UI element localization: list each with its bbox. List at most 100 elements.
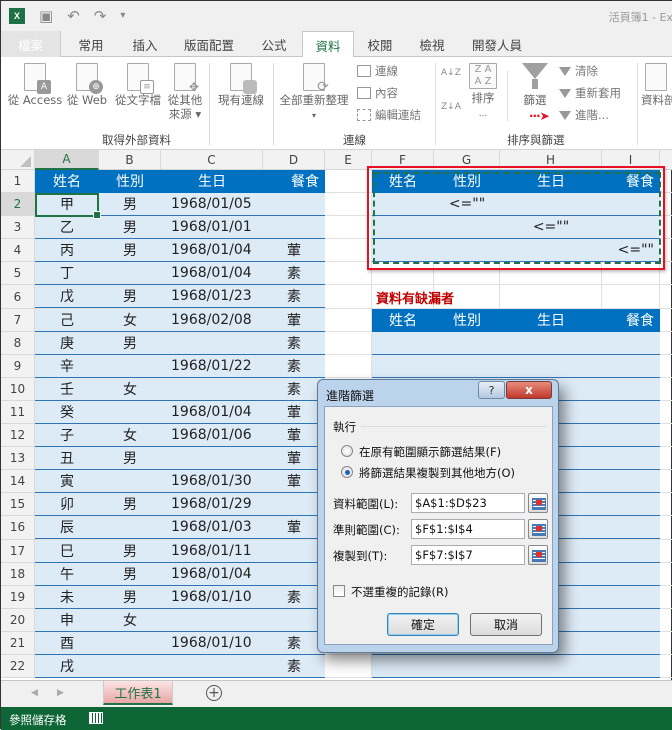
refresh-all-button[interactable]: ⟳ 全部重新整理 ▾ <box>277 63 351 123</box>
data-cell[interactable]: 素 <box>263 378 325 400</box>
row-header[interactable]: 16 <box>1 516 35 540</box>
data-cell[interactable] <box>263 540 325 562</box>
row-header[interactable]: 12 <box>1 424 35 448</box>
data-cell[interactable]: 酉 <box>35 632 99 654</box>
row-header[interactable]: 15 <box>1 493 35 517</box>
criteria-range-collapse-icon[interactable] <box>528 519 548 539</box>
data-cell[interactable]: 午 <box>35 563 99 585</box>
row-header[interactable]: 9 <box>1 354 35 378</box>
data-cell[interactable]: 女 <box>99 609 161 631</box>
data-cell[interactable]: 1968/01/05 <box>161 193 263 215</box>
data-cell[interactable]: 巳 <box>35 540 99 562</box>
data-cell[interactable]: 葷 <box>263 447 325 469</box>
data-cell[interactable]: 男 <box>99 563 161 585</box>
add-sheet-icon[interactable]: + <box>206 685 222 701</box>
data-cell[interactable]: 男 <box>99 493 161 515</box>
data-cell[interactable]: 男 <box>99 239 161 261</box>
from-web-button[interactable]: ⊕ 從 Web <box>65 63 109 107</box>
sheet-scroll-right-icon[interactable]: ▶ <box>57 688 64 698</box>
edit-links-button[interactable]: 編輯連結 <box>357 107 421 123</box>
data-cell[interactable]: 未 <box>35 586 99 608</box>
data-cell[interactable] <box>99 470 161 492</box>
data-cell[interactable]: 男 <box>99 193 161 215</box>
advanced-filter-button[interactable]: 進階... <box>559 107 609 123</box>
data-cell[interactable]: 男 <box>99 332 161 354</box>
active-cell-a2[interactable] <box>35 193 101 219</box>
row-header[interactable]: 11 <box>1 400 35 425</box>
data-cell[interactable] <box>99 632 161 654</box>
data-cell[interactable] <box>161 655 263 677</box>
column-header-c[interactable]: C <box>161 150 263 170</box>
data-cell[interactable] <box>263 216 325 238</box>
data-cell[interactable]: 1968/01/01 <box>161 216 263 238</box>
data-cell[interactable] <box>263 563 325 585</box>
data-cell[interactable] <box>161 447 263 469</box>
row-header[interactable]: 21 <box>1 631 35 655</box>
data-cell[interactable]: 1968/01/11 <box>161 540 263 562</box>
row-header[interactable]: 4 <box>1 239 35 263</box>
undo-icon[interactable]: ↶ <box>67 8 80 24</box>
data-cell[interactable]: 素 <box>263 355 325 377</box>
data-cell[interactable]: 乙 <box>35 216 99 238</box>
data-cell[interactable]: 葷 <box>263 309 325 331</box>
data-cell[interactable]: 庚 <box>35 332 99 354</box>
tab-review[interactable]: 校閱 <box>355 31 405 57</box>
macro-record-icon[interactable] <box>89 712 103 724</box>
data-cell[interactable]: 男 <box>99 586 161 608</box>
data-cell[interactable]: 己 <box>35 309 99 331</box>
header-cell[interactable]: 餐食 <box>263 170 325 192</box>
output-header-cell[interactable]: 姓名 <box>372 309 434 331</box>
row-header[interactable]: 5 <box>1 262 35 286</box>
data-cell[interactable]: 葷 <box>263 239 325 261</box>
data-cell[interactable]: 素 <box>263 655 325 677</box>
from-access-button[interactable]: A 從 Access <box>7 63 63 107</box>
data-cell[interactable]: 丁 <box>35 262 99 284</box>
data-cell[interactable]: 1968/01/04 <box>161 401 263 423</box>
data-cell[interactable]: 戌 <box>35 655 99 677</box>
data-cell[interactable]: 葷 <box>263 516 325 538</box>
data-cell[interactable]: 申 <box>35 609 99 631</box>
tab-page-layout[interactable]: 版面配置 <box>171 31 247 57</box>
data-cell[interactable]: 戊 <box>35 285 99 307</box>
row-header[interactable]: 2 <box>1 193 35 217</box>
data-cell[interactable]: 葷 <box>263 470 325 492</box>
data-cell[interactable]: 寅 <box>35 470 99 492</box>
row-header[interactable]: 20 <box>1 608 35 632</box>
criteria-range-input[interactable]: $F$1:$I$4 <box>411 519 525 539</box>
header-cell[interactable]: 生日 <box>161 170 263 192</box>
select-all-button[interactable] <box>1 150 35 170</box>
properties-button[interactable]: 內容 <box>357 85 398 101</box>
data-cell[interactable]: 1968/01/10 <box>161 632 263 654</box>
data-cell[interactable]: 辰 <box>35 516 99 538</box>
sheet-scroll-left-icon[interactable]: ◀ <box>31 688 38 698</box>
data-cell[interactable] <box>99 262 161 284</box>
data-cell[interactable]: 1968/01/30 <box>161 470 263 492</box>
text-to-columns-button[interactable]: 資料剖 <box>641 63 672 107</box>
data-cell[interactable]: 癸 <box>35 401 99 423</box>
list-range-collapse-icon[interactable] <box>528 493 548 513</box>
data-cell[interactable]: 男 <box>99 285 161 307</box>
copy-to-location-radio[interactable] <box>341 466 353 478</box>
data-cell[interactable] <box>161 378 263 400</box>
filter-button[interactable]: 篩選 <box>515 63 555 107</box>
data-cell[interactable]: 辛 <box>35 355 99 377</box>
sort-a-to-z-button[interactable]: A↓Z <box>441 69 461 78</box>
data-cell[interactable] <box>263 493 325 515</box>
data-cell[interactable]: 葷 <box>263 424 325 446</box>
column-header-a[interactable]: A <box>35 150 99 170</box>
data-cell[interactable] <box>99 655 161 677</box>
clear-filter-button[interactable]: 清除 <box>559 63 598 79</box>
from-other-sources-button[interactable]: ✥ 從其他 來源 ▾ <box>165 63 205 121</box>
row-header[interactable]: 17 <box>1 539 35 563</box>
data-cell[interactable]: 1968/01/06 <box>161 424 263 446</box>
ok-button[interactable]: 確定 <box>387 613 459 636</box>
tab-file[interactable]: 檔案 <box>1 31 61 57</box>
data-cell[interactable]: 1968/01/04 <box>161 239 263 261</box>
data-cell[interactable]: 葷 <box>263 401 325 423</box>
row-header[interactable]: 3 <box>1 216 35 240</box>
data-cell[interactable] <box>99 516 161 538</box>
data-cell[interactable]: 1968/01/29 <box>161 493 263 515</box>
copy-to-location-label[interactable]: 將篩選結果複製到其他地方(O) <box>359 465 515 481</box>
data-cell[interactable]: 男 <box>99 216 161 238</box>
data-cell[interactable]: 1968/01/23 <box>161 285 263 307</box>
